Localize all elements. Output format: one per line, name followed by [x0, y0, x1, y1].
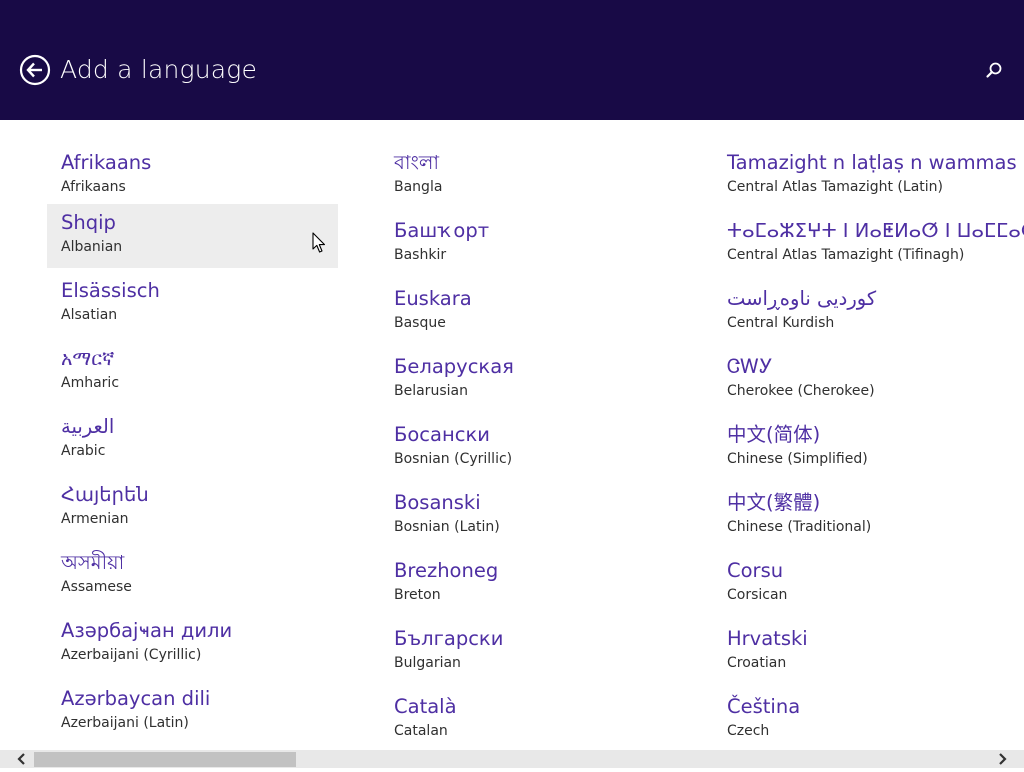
- language-native-name: کوردیی ناوەڕاست: [727, 287, 877, 310]
- language-item-catalan[interactable]: Català Catalan: [380, 688, 671, 750]
- page-title: Add a language: [60, 55, 258, 84]
- language-english-name: Chinese (Traditional): [727, 519, 872, 535]
- language-native-name: Elsässisch: [61, 279, 160, 302]
- language-english-name: Armenian: [61, 511, 129, 527]
- language-english-name: Chinese (Simplified): [727, 451, 868, 467]
- language-item-central-atlas-tamazight-latin[interactable]: Tamazight n laṭlaṣ n wammas Central Atla…: [713, 144, 1017, 208]
- language-native-name: Shqip: [61, 211, 116, 234]
- language-english-name: Croatian: [727, 655, 787, 671]
- language-english-name: Amharic: [61, 375, 120, 391]
- language-native-name: Азәрбајҹан дили: [61, 619, 233, 642]
- language-item-central-atlas-tamazight-tifinagh[interactable]: ⵜⴰⵎⴰⵣⵉⵖⵜ ⵏ ⵍⴰⵟⵍⴰⵚ ⵏ ⵡⴰⵎⵎⴰⵙ Central Atlas…: [713, 212, 1024, 276]
- chevron-right-icon: [999, 753, 1007, 765]
- language-native-name: Беларуская: [394, 355, 514, 378]
- horizontal-scrollbar[interactable]: [0, 750, 1024, 768]
- language-item-czech[interactable]: Čeština Czech: [713, 688, 1004, 750]
- language-english-name: Arabic: [61, 443, 106, 459]
- language-native-name: 中文(繁體): [727, 491, 821, 514]
- language-item-azerbaijani-cyrillic[interactable]: Азәрбајҹан дили Azerbaijani (Cyrillic): [47, 612, 338, 676]
- language-english-name: Catalan: [394, 723, 448, 739]
- scroll-left-button[interactable]: [0, 750, 34, 768]
- language-item-arabic[interactable]: العربية Arabic: [47, 408, 338, 472]
- search-icon: [986, 62, 1002, 78]
- back-arrow-icon: [19, 54, 51, 86]
- language-item-chinese-traditional[interactable]: 中文(繁體) Chinese (Traditional): [713, 484, 1004, 548]
- language-item-bulgarian[interactable]: Български Bulgarian: [380, 620, 671, 684]
- language-native-name: বাংলা: [394, 151, 440, 174]
- language-english-name: Azerbaijani (Cyrillic): [61, 647, 202, 663]
- language-english-name: Cherokee (Cherokee): [727, 383, 875, 399]
- app-header: Add a language: [0, 0, 1024, 120]
- language-english-name: Azerbaijani (Latin): [61, 715, 189, 731]
- language-english-name: Albanian: [61, 239, 123, 255]
- scroll-right-button[interactable]: [990, 750, 1024, 768]
- language-english-name: Central Atlas Tamazight (Tifinagh): [727, 247, 965, 263]
- language-item-azerbaijani-latin[interactable]: Azərbaycan dili Azerbaijani (Latin): [47, 680, 338, 744]
- language-item-central-kurdish[interactable]: کوردیی ناوەڕاست Central Kurdish: [713, 280, 1004, 344]
- language-native-name: Hrvatski: [727, 627, 808, 650]
- language-item-chinese-simplified[interactable]: 中文(简体) Chinese (Simplified): [713, 416, 1004, 480]
- scroll-thumb[interactable]: [34, 752, 296, 767]
- back-button[interactable]: [19, 54, 51, 86]
- language-english-name: Bashkir: [394, 247, 447, 263]
- language-item-belarusian[interactable]: Беларуская Belarusian: [380, 348, 671, 412]
- language-english-name: Bangla: [394, 179, 443, 195]
- language-english-name: Basque: [394, 315, 446, 331]
- language-native-name: Afrikaans: [61, 151, 152, 174]
- language-english-name: Central Atlas Tamazight (Latin): [727, 179, 943, 195]
- language-item-alsatian[interactable]: Elsässisch Alsatian: [47, 272, 338, 336]
- language-list: Afrikaans Afrikaans Shqip Albanian Elsäs…: [0, 120, 1024, 750]
- language-item-bosnian-latin[interactable]: Bosanski Bosnian (Latin): [380, 484, 671, 548]
- language-native-name: العربية: [61, 415, 115, 438]
- language-item-corsican[interactable]: Corsu Corsican: [713, 552, 1004, 616]
- language-item-croatian[interactable]: Hrvatski Croatian: [713, 620, 1004, 684]
- language-english-name: Alsatian: [61, 307, 118, 323]
- language-native-name: Corsu: [727, 559, 784, 582]
- language-item-bangla[interactable]: বাংলা Bangla: [380, 144, 671, 208]
- chevron-left-icon: [17, 753, 25, 765]
- language-english-name: Afrikaans: [61, 179, 126, 195]
- language-english-name: Czech: [727, 723, 770, 739]
- language-item-albanian[interactable]: Shqip Albanian: [47, 204, 338, 268]
- language-item-amharic[interactable]: አማርኛ Amharic: [47, 340, 338, 404]
- language-native-name: Čeština: [727, 695, 801, 718]
- language-item-afrikaans[interactable]: Afrikaans Afrikaans: [47, 144, 338, 208]
- language-english-name: Bosnian (Cyrillic): [394, 451, 513, 467]
- language-native-name: Български: [394, 627, 504, 650]
- language-item-basque[interactable]: Euskara Basque: [380, 280, 671, 344]
- language-native-name: Català: [394, 695, 457, 718]
- language-english-name: Belarusian: [394, 383, 468, 399]
- language-native-name: Босански: [394, 423, 490, 446]
- language-native-name: Հայերեն: [61, 483, 149, 506]
- language-english-name: Assamese: [61, 579, 132, 595]
- language-native-name: አማርኛ: [61, 347, 115, 370]
- language-english-name: Breton: [394, 587, 441, 603]
- language-native-name: Azərbaycan dili: [61, 687, 211, 710]
- language-english-name: Bosnian (Latin): [394, 519, 500, 535]
- language-item-bosnian-cyrillic[interactable]: Босански Bosnian (Cyrillic): [380, 416, 671, 480]
- language-english-name: Central Kurdish: [727, 315, 835, 331]
- language-item-cherokee[interactable]: ᏣᎳᎩ Cherokee (Cherokee): [713, 348, 1004, 412]
- language-item-bashkir[interactable]: Башҡорт Bashkir: [380, 212, 671, 276]
- language-english-name: Bulgarian: [394, 655, 461, 671]
- language-native-name: Euskara: [394, 287, 472, 310]
- language-native-name: অসমীয়া: [61, 551, 125, 574]
- language-native-name: Brezhoneg: [394, 559, 499, 582]
- language-native-name: Tamazight n laṭlaṣ n wammas: [727, 151, 1017, 174]
- language-item-assamese[interactable]: অসমীয়া Assamese: [47, 544, 338, 608]
- language-native-name: Bosanski: [394, 491, 481, 514]
- language-native-name: ᏣᎳᎩ: [727, 355, 773, 378]
- search-button[interactable]: [985, 61, 1003, 79]
- language-native-name: ⵜⴰⵎⴰⵣⵉⵖⵜ ⵏ ⵍⴰⵟⵍⴰⵚ ⵏ ⵡⴰⵎⵎⴰⵙ: [727, 219, 1024, 242]
- language-native-name: Башҡорт: [394, 219, 490, 242]
- language-native-name: 中文(简体): [727, 423, 821, 446]
- language-item-armenian[interactable]: Հայերեն Armenian: [47, 476, 338, 540]
- language-item-breton[interactable]: Brezhoneg Breton: [380, 552, 671, 616]
- language-english-name: Corsican: [727, 587, 788, 603]
